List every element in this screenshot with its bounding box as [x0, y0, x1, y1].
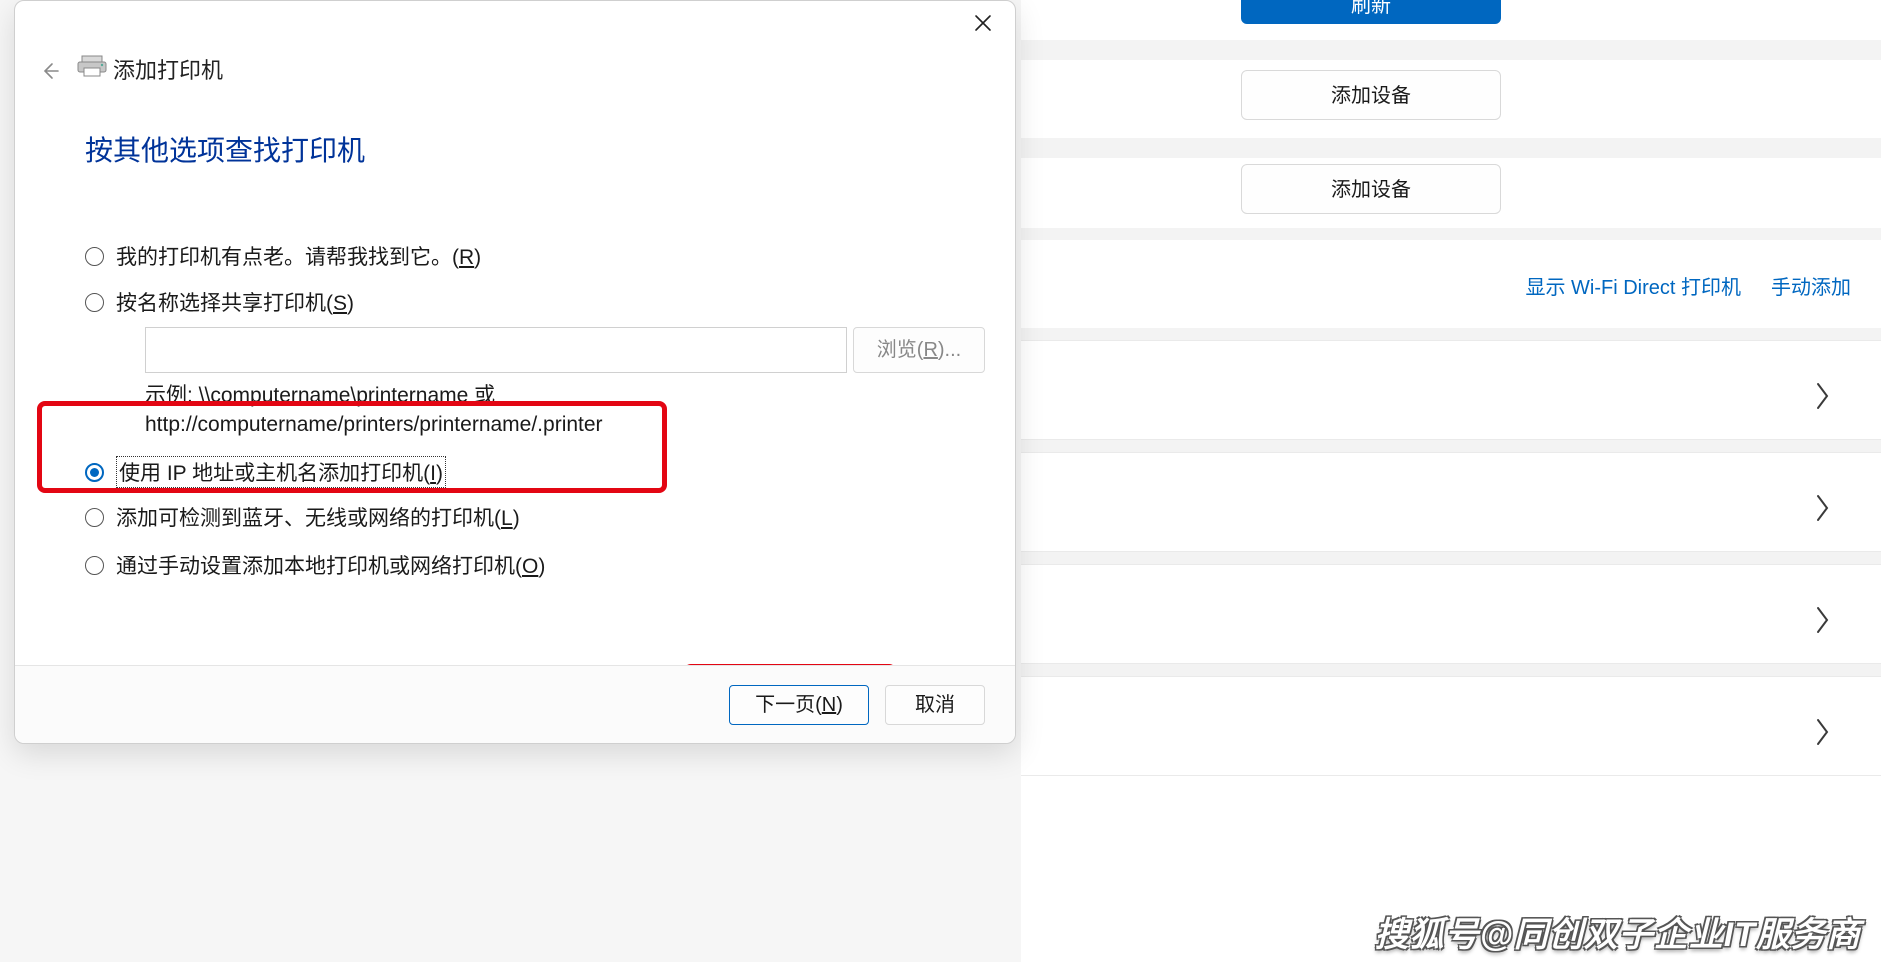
browse-button[interactable]: 浏览(R)... [853, 327, 985, 373]
panel-divider [1021, 228, 1881, 240]
chevron-right-icon [1815, 718, 1831, 734]
settings-background-panel: 刷新 添加设备 添加设备 显示 Wi-Fi Direct 打印机 手动添加 [1021, 0, 1881, 962]
option-label: 按名称选择共享打印机(S) [116, 287, 354, 317]
dialog-title: 添加打印机 [113, 53, 223, 85]
add-printer-dialog: 添加打印机 按其他选项查找打印机 我的打印机有点老。请帮我找到它。(R) 按名称… [14, 0, 1016, 744]
close-icon [974, 14, 992, 32]
option-manual[interactable]: 通过手动设置添加本地打印机或网络打印机(O) [85, 550, 545, 580]
settings-card[interactable] [1021, 564, 1881, 664]
chevron-right-icon [1815, 606, 1831, 622]
option-older-printer[interactable]: 我的打印机有点老。请帮我找到它。(R) [85, 241, 481, 271]
panel-divider [1021, 552, 1881, 564]
add-device-button-1[interactable]: 添加设备 [1241, 70, 1501, 120]
panel-divider [1021, 138, 1881, 158]
chevron-right-icon [1815, 494, 1831, 510]
panel-divider [1021, 40, 1881, 60]
dialog-heading: 按其他选项查找打印机 [85, 129, 365, 169]
option-label: 添加可检测到蓝牙、无线或网络的打印机(L) [116, 502, 520, 532]
settings-card[interactable] [1021, 452, 1881, 552]
settings-card[interactable] [1021, 340, 1881, 440]
printer-links-row: 显示 Wi-Fi Direct 打印机 手动添加 [1081, 240, 1851, 330]
back-button[interactable] [35, 56, 65, 86]
option-by-name[interactable]: 按名称选择共享打印机(S) [85, 287, 354, 317]
chevron-right-icon [1815, 382, 1831, 398]
dialog-footer: 下一页(N) 取消 [15, 665, 1015, 743]
panel-divider [1021, 664, 1881, 676]
arrow-left-icon [40, 61, 60, 81]
show-wifi-direct-link[interactable]: 显示 Wi-Fi Direct 打印机 [1525, 271, 1741, 300]
manual-add-link[interactable]: 手动添加 [1771, 271, 1851, 300]
settings-card[interactable] [1021, 676, 1881, 776]
radio-icon [85, 463, 104, 482]
radio-icon [85, 508, 104, 527]
panel-divider [1021, 328, 1881, 340]
option-wireless[interactable]: 添加可检测到蓝牙、无线或网络的打印机(L) [85, 502, 520, 532]
next-button[interactable]: 下一页(N) [729, 685, 869, 725]
radio-icon [85, 247, 104, 266]
radio-icon [85, 556, 104, 575]
option-label: 我的打印机有点老。请帮我找到它。(R) [116, 241, 481, 271]
add-device-button-2[interactable]: 添加设备 [1241, 164, 1501, 214]
option-label: 通过手动设置添加本地打印机或网络打印机(O) [116, 550, 545, 580]
option-by-ip[interactable]: 使用 IP 地址或主机名添加打印机(I) [85, 456, 446, 488]
shared-printer-name-input[interactable] [145, 327, 847, 373]
option-label: 使用 IP 地址或主机名添加打印机(I) [116, 456, 446, 488]
close-button[interactable] [963, 7, 1003, 39]
example-text: 示例: \\computername\printername 或 http://… [145, 381, 603, 440]
refresh-button[interactable]: 刷新 [1241, 0, 1501, 24]
printer-icon [77, 51, 107, 81]
cancel-button[interactable]: 取消 [885, 685, 985, 725]
panel-divider [1021, 440, 1881, 452]
radio-icon [85, 293, 104, 312]
